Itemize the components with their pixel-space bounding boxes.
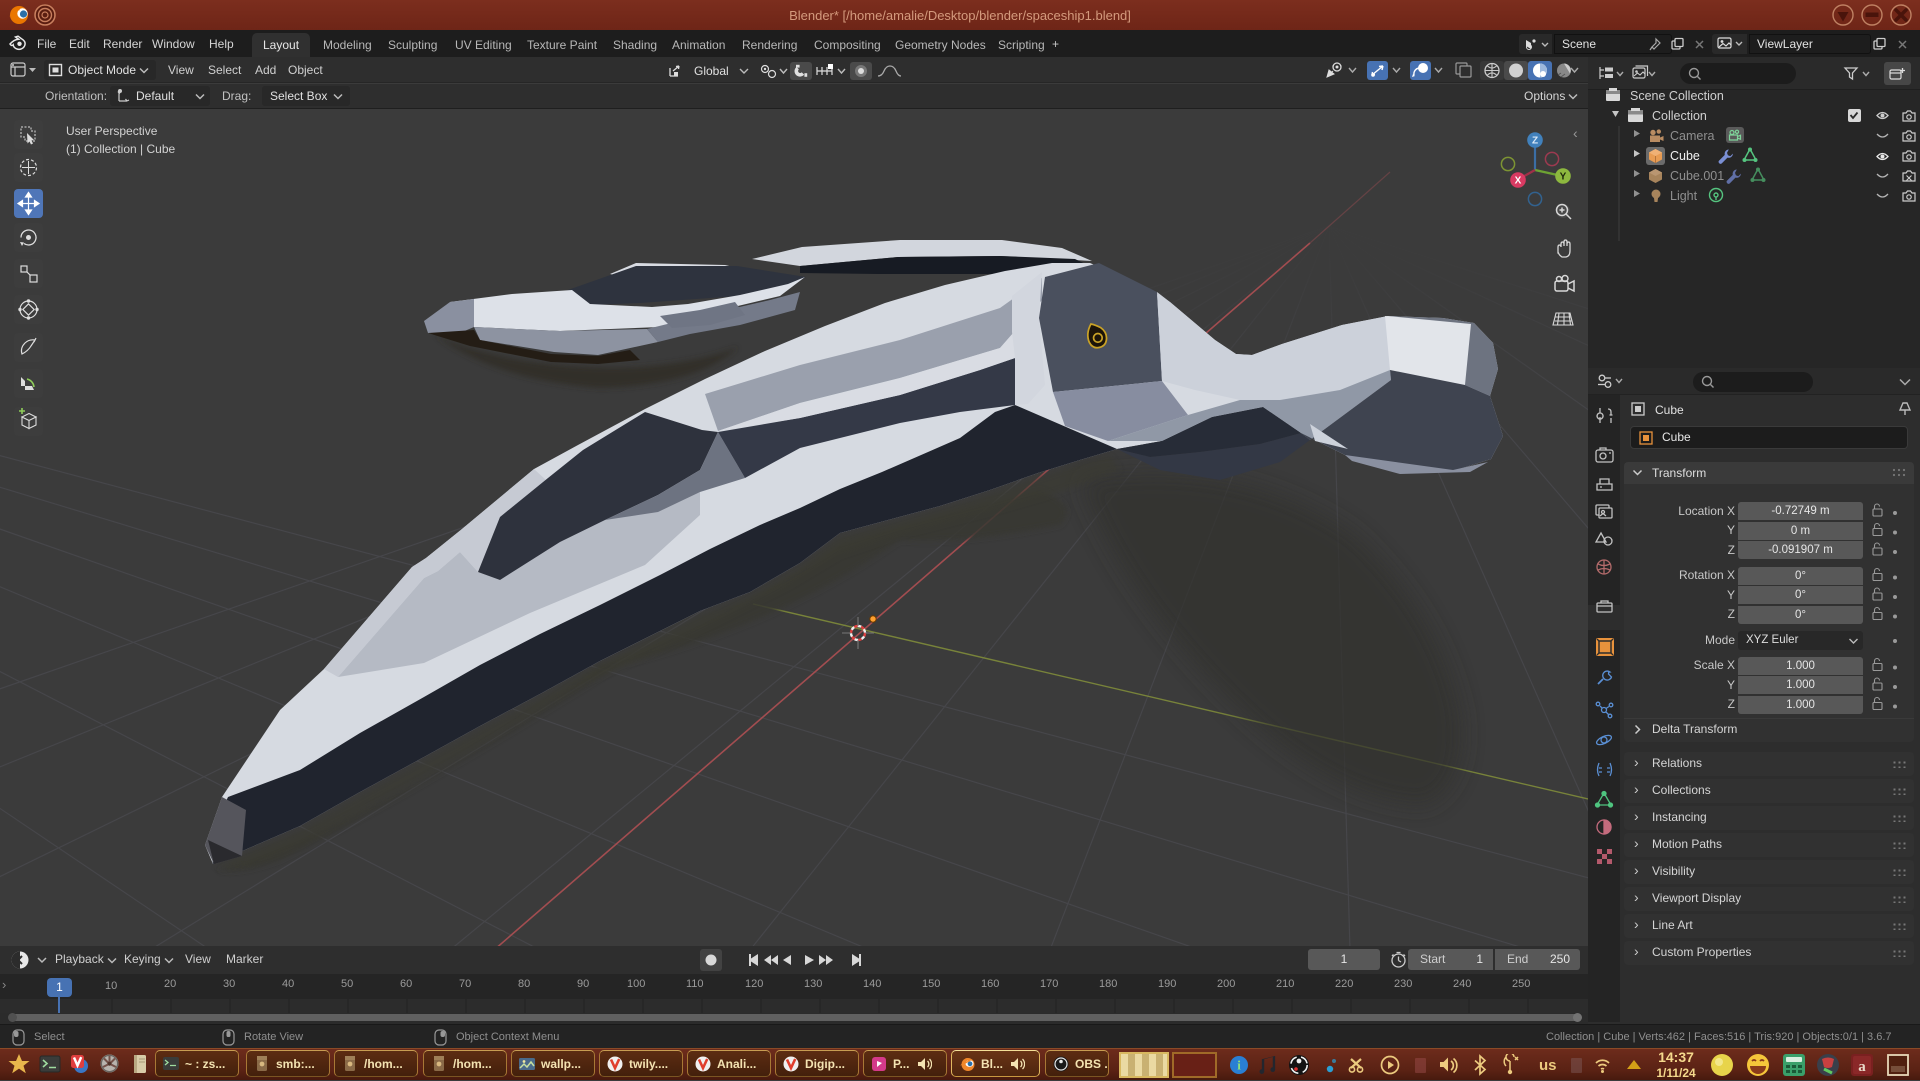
svg-text:Collection: Collection bbox=[1652, 109, 1707, 123]
svg-text:X: X bbox=[1515, 176, 1522, 187]
svg-text:Scene Collection: Scene Collection bbox=[1630, 89, 1724, 103]
svg-text:Camera: Camera bbox=[1670, 129, 1715, 143]
svg-text:a: a bbox=[1858, 1059, 1866, 1075]
svg-text:us: us bbox=[1539, 1057, 1557, 1074]
svg-text:Cube: Cube bbox=[1670, 149, 1700, 163]
svg-text:Y: Y bbox=[1560, 172, 1567, 183]
svg-text:Light: Light bbox=[1670, 189, 1698, 203]
svg-text:i: i bbox=[1237, 1058, 1241, 1073]
svg-text:Cube.001: Cube.001 bbox=[1670, 169, 1724, 183]
svg-text:Global: Global bbox=[694, 64, 729, 78]
svg-text:Z: Z bbox=[1532, 136, 1538, 147]
